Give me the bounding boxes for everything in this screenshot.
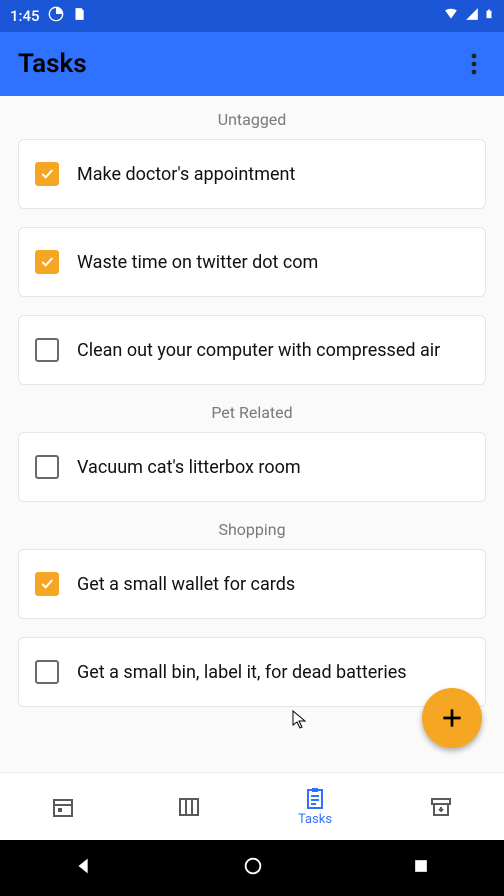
- home-button[interactable]: [242, 855, 264, 881]
- checkbox-icon[interactable]: [35, 455, 59, 479]
- recents-button[interactable]: [411, 856, 431, 880]
- page-title: Tasks: [18, 49, 87, 79]
- android-status-bar: 1:45: [0, 0, 504, 32]
- task-label: Get a small wallet for cards: [77, 574, 295, 595]
- battery-icon: [484, 6, 494, 26]
- checkbox-icon[interactable]: [35, 162, 59, 186]
- task-label: Make doctor's appointment: [77, 164, 295, 185]
- task-item[interactable]: Waste time on twitter dot com: [18, 227, 486, 297]
- section-header: Pet Related: [18, 403, 486, 422]
- task-item[interactable]: Get a small bin, label it, for dead batt…: [18, 637, 486, 707]
- status-icon-circle: [48, 6, 64, 26]
- plus-icon: [439, 705, 465, 731]
- nav-label: Tasks: [298, 812, 332, 827]
- overflow-menu-button[interactable]: [462, 53, 486, 75]
- archive-icon: [429, 795, 453, 819]
- status-time: 1:45: [10, 7, 40, 25]
- task-item[interactable]: Get a small wallet for cards: [18, 549, 486, 619]
- nav-tasks[interactable]: Tasks: [252, 773, 378, 840]
- task-label: Get a small bin, label it, for dead batt…: [77, 662, 407, 683]
- add-task-fab[interactable]: [422, 688, 482, 748]
- status-icon-sd: [72, 6, 86, 26]
- task-item[interactable]: Vacuum cat's litterbox room: [18, 432, 486, 502]
- bottom-nav: Tasks: [0, 772, 504, 840]
- nav-archive[interactable]: [378, 773, 504, 840]
- checkbox-icon[interactable]: [35, 338, 59, 362]
- clipboard-list-icon: [303, 786, 327, 810]
- nav-board[interactable]: [126, 773, 252, 840]
- columns-icon: [177, 795, 201, 819]
- signal-icon: [464, 7, 480, 25]
- task-item[interactable]: Clean out your computer with compressed …: [18, 315, 486, 385]
- nav-calendar[interactable]: [0, 773, 126, 840]
- checkbox-icon[interactable]: [35, 572, 59, 596]
- section-header: Shopping: [18, 520, 486, 539]
- checkbox-icon[interactable]: [35, 250, 59, 274]
- task-label: Vacuum cat's litterbox room: [77, 457, 301, 478]
- section-header: Untagged: [18, 110, 486, 129]
- task-item[interactable]: Make doctor's appointment: [18, 139, 486, 209]
- calendar-icon: [51, 795, 75, 819]
- wifi-icon: [442, 7, 460, 25]
- task-list[interactable]: Untagged Make doctor's appointment Waste…: [0, 96, 504, 772]
- task-label: Waste time on twitter dot com: [77, 252, 318, 273]
- checkbox-icon[interactable]: [35, 660, 59, 684]
- app-bar: Tasks: [0, 32, 504, 96]
- android-nav-bar: [0, 840, 504, 896]
- task-label: Clean out your computer with compressed …: [77, 340, 440, 361]
- back-button[interactable]: [73, 855, 95, 881]
